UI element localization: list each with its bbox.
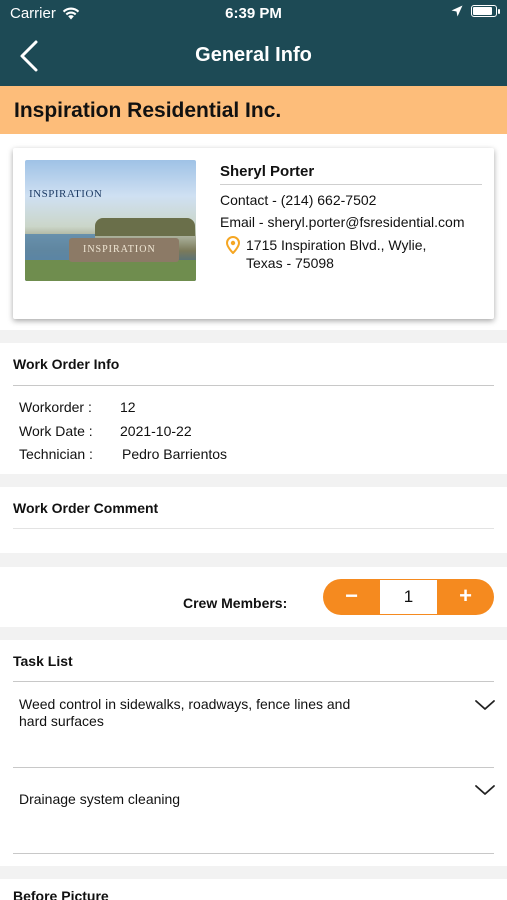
image-entrance-wall: INSPIRATION: [69, 238, 179, 262]
task-divider: [13, 853, 494, 854]
work-date-label: Work Date :: [19, 423, 93, 439]
task-list-title: Task List: [13, 653, 73, 669]
contact-name: Sheryl Porter: [220, 163, 315, 180]
task-list-section: Task List Weed control in sidewalks, roa…: [0, 640, 507, 866]
workorder-value: 12: [120, 399, 136, 415]
chevron-down-icon[interactable]: [474, 697, 496, 713]
contact-email[interactable]: Email - sheryl.porter@fsresidential.com: [220, 214, 465, 230]
task-text-line-1: Drainage system cleaning: [19, 791, 181, 807]
contact-divider: [220, 184, 482, 185]
page-title: General Info: [195, 44, 312, 66]
task-item[interactable]: Drainage system cleaning: [19, 791, 419, 808]
comment-title: Work Order Comment: [13, 500, 159, 516]
location-pin-icon: [226, 236, 240, 254]
comment-section: Work Order Comment: [0, 487, 507, 553]
contact-section: INSPIRATION INSPIRATION Sheryl Porter Co…: [0, 134, 507, 330]
company-name: Inspiration Residential Inc.: [14, 99, 282, 122]
comment-field[interactable]: [13, 528, 494, 529]
location-arrow-icon: [451, 5, 463, 17]
crew-stepper: − 1 +: [323, 579, 494, 615]
work-order-divider: [13, 385, 494, 386]
technician-label: Technician :: [19, 446, 93, 462]
crew-label: Crew Members:: [183, 595, 288, 611]
crew-count: 1: [380, 580, 437, 614]
task-divider: [13, 767, 494, 768]
task-list-divider: [13, 681, 494, 682]
status-time: 6:39 PM: [225, 5, 282, 22]
contact-phone[interactable]: Contact - (214) 662-7502: [220, 192, 376, 208]
decrement-button[interactable]: −: [323, 579, 380, 615]
status-bar: Carrier 6:39 PM: [0, 0, 507, 28]
image-wall-text: INSPIRATION: [83, 244, 156, 255]
crew-section: Crew Members: − 1 +: [0, 567, 507, 627]
company-header: Inspiration Residential Inc.: [0, 86, 507, 134]
image-logo-text: INSPIRATION: [29, 188, 103, 200]
before-picture-section: Before Picture: [0, 879, 507, 900]
work-order-title: Work Order Info: [13, 356, 120, 372]
battery-icon: [471, 5, 500, 17]
navigation-bar: Carrier 6:39 PM General Info: [0, 0, 507, 86]
contact-card: INSPIRATION INSPIRATION Sheryl Porter Co…: [13, 148, 494, 319]
image-grass: [25, 260, 196, 281]
task-item[interactable]: Weed control in sidewalks, roadways, fen…: [19, 696, 419, 730]
work-date-value: 2021-10-22: [120, 423, 192, 439]
address-line-1: 1715 Inspiration Blvd., Wylie,: [246, 237, 427, 253]
technician-value: Pedro Barrientos: [122, 446, 228, 462]
status-right: [451, 5, 500, 17]
task-text-line-2: hard surfaces: [19, 713, 104, 729]
image-trees: [95, 218, 195, 236]
increment-button[interactable]: +: [437, 579, 494, 615]
task-text-line-1: Weed control in sidewalks, roadways, fen…: [19, 696, 351, 712]
chevron-down-icon[interactable]: [474, 782, 496, 798]
address-line-2: Texas - 75098: [246, 255, 334, 271]
community-image: INSPIRATION INSPIRATION: [25, 160, 196, 281]
workorder-label: Workorder :: [19, 399, 92, 415]
before-picture-title: Before Picture: [13, 888, 109, 900]
battery-level: [473, 7, 492, 15]
work-order-section: Work Order Info Workorder : 12 Work Date…: [0, 343, 507, 474]
